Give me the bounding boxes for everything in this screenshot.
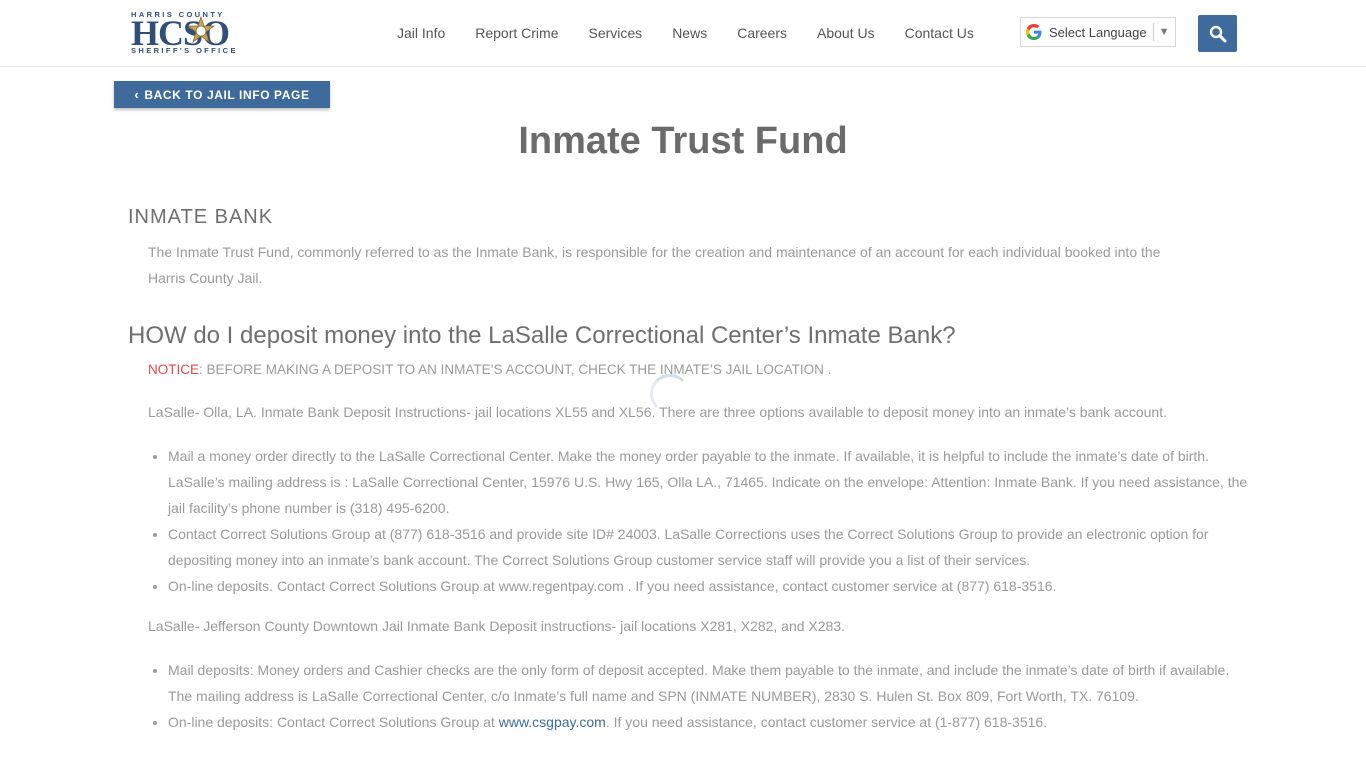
list-item: On-line deposits: Contact Correct Soluti… bbox=[168, 709, 1253, 735]
olla-instructions-intro: LaSalle- Olla, LA. Inmate Bank Deposit I… bbox=[148, 404, 1167, 420]
chevron-left-icon: ‹ bbox=[134, 87, 140, 102]
back-to-jail-info-button[interactable]: ‹ BACK TO JAIL INFO PAGE bbox=[114, 81, 330, 108]
list-item: On-line deposits. Contact Correct Soluti… bbox=[168, 573, 1253, 599]
page-title: Inmate Trust Fund bbox=[518, 120, 848, 162]
nav-jail-info[interactable]: Jail Info bbox=[397, 25, 445, 41]
notice-text: NOTICE: BEFORE MAKING A DEPOSIT TO AN IN… bbox=[148, 362, 831, 377]
nav-report-crime[interactable]: Report Crime bbox=[475, 25, 558, 41]
nav-about-us[interactable]: About Us bbox=[817, 25, 875, 41]
main-nav: Jail Info Report Crime Services News Car… bbox=[382, 0, 989, 66]
olla-deposit-options: Mail a money order directly to the LaSal… bbox=[148, 443, 1253, 599]
hcso-logo[interactable]: HARRIS COUNTY HCSO SHERIFF'S OFFICE bbox=[131, 10, 271, 56]
list-item: Mail deposits: Money orders and Cashier … bbox=[168, 657, 1253, 709]
language-select[interactable]: Select Language ▼ bbox=[1020, 17, 1176, 47]
site-header: HARRIS COUNTY HCSO SHERIFF'S OFFICE Jail… bbox=[0, 0, 1366, 67]
language-select-label: Select Language bbox=[1049, 24, 1147, 40]
google-g-icon bbox=[1026, 24, 1042, 40]
section-heading-inmate-bank: INMATE BANK bbox=[128, 206, 274, 228]
inmate-bank-description: The Inmate Trust Fund, commonly referred… bbox=[148, 244, 1161, 286]
notice-label: NOTICE bbox=[148, 362, 200, 377]
nav-services[interactable]: Services bbox=[589, 25, 643, 41]
nav-careers[interactable]: Careers bbox=[737, 25, 787, 41]
section-heading-deposit: HOW do I deposit money into the LaSalle … bbox=[128, 322, 956, 349]
language-divider bbox=[1152, 23, 1154, 41]
online-deposit-text-post: . If you need assistance, contact custom… bbox=[605, 714, 1048, 730]
nav-contact-us[interactable]: Contact Us bbox=[905, 25, 974, 41]
nav-news[interactable]: News bbox=[672, 25, 707, 41]
dropdown-arrow-icon: ▼ bbox=[1158, 26, 1170, 38]
back-button-label: BACK TO JAIL INFO PAGE bbox=[144, 87, 310, 102]
list-item: Contact Correct Solutions Group at (877)… bbox=[168, 521, 1253, 573]
notice-body: : BEFORE MAKING A DEPOSIT TO AN INMATE’S… bbox=[199, 362, 832, 377]
csgpay-link[interactable]: www.csgpay.com bbox=[499, 714, 606, 730]
search-button[interactable] bbox=[1198, 15, 1237, 52]
list-item: Mail a money order directly to the LaSal… bbox=[168, 443, 1253, 521]
logo-bottom-text: SHERIFF'S OFFICE bbox=[131, 46, 238, 55]
jefferson-deposit-options: Mail deposits: Money orders and Cashier … bbox=[148, 657, 1253, 735]
search-icon bbox=[1209, 25, 1226, 42]
jefferson-instructions-intro: LaSalle- Jefferson County Downtown Jail … bbox=[148, 618, 846, 634]
online-deposit-text-pre: On-line deposits: Contact Correct Soluti… bbox=[168, 714, 499, 730]
sheriff-star-icon bbox=[186, 16, 216, 44]
